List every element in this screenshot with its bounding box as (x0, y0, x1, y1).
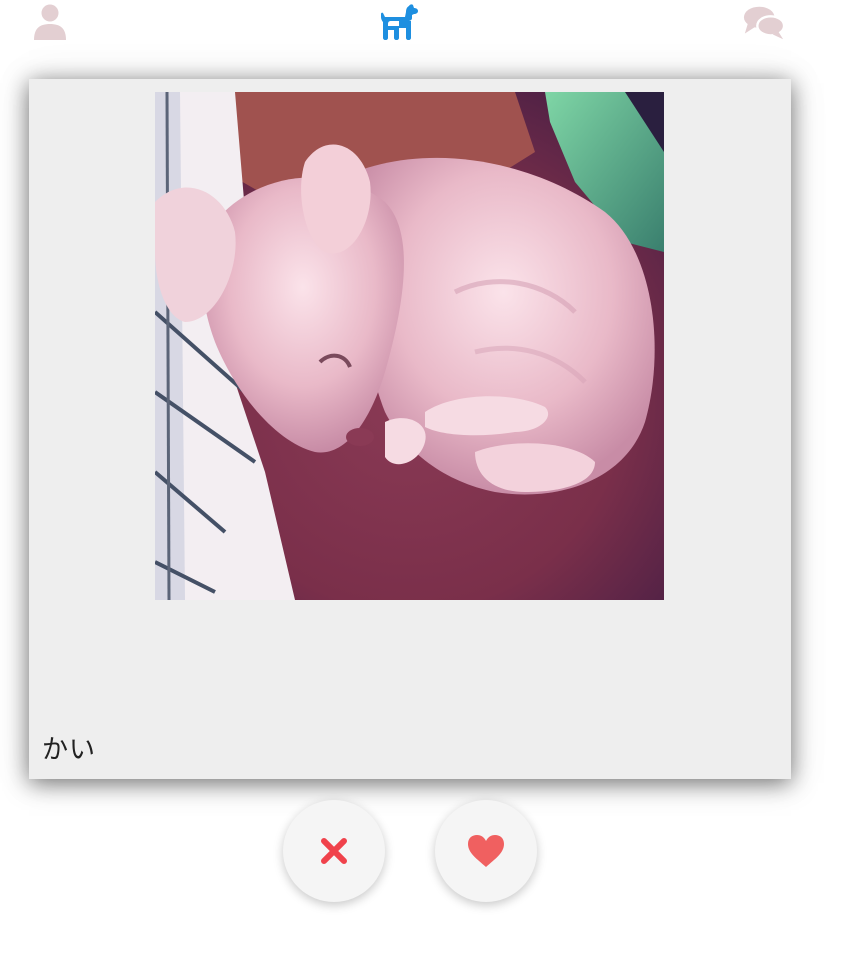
chat-icon[interactable] (742, 2, 786, 42)
dog-icon[interactable] (378, 2, 422, 42)
heart-icon (468, 835, 504, 867)
dog-name: かい (42, 735, 97, 765)
close-icon (321, 838, 347, 864)
profile-icon[interactable] (28, 2, 72, 42)
like-button[interactable] (435, 800, 537, 902)
profile-card[interactable]: かい (29, 79, 791, 779)
top-navigation (0, 0, 849, 48)
nope-button[interactable] (283, 800, 385, 902)
dog-photo (155, 92, 664, 600)
